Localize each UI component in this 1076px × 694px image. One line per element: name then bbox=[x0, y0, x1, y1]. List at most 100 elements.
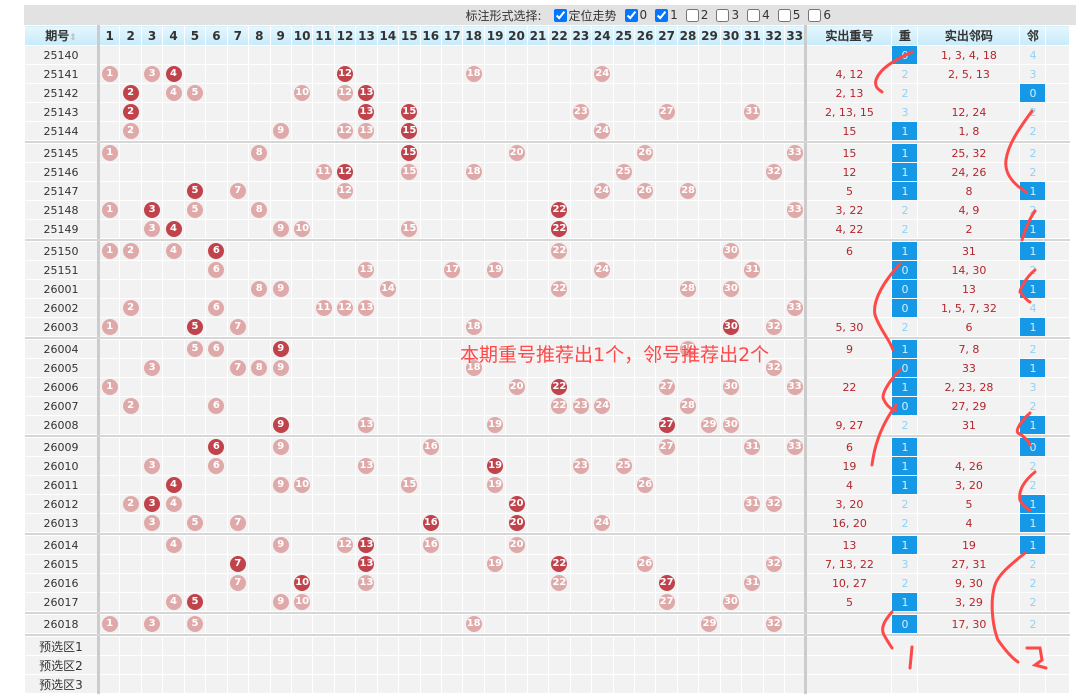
number-cell[interactable]: 13 bbox=[355, 456, 378, 476]
number-cell[interactable] bbox=[440, 162, 464, 182]
number-cell[interactable] bbox=[612, 121, 635, 141]
number-cell[interactable] bbox=[290, 339, 314, 359]
number-cell[interactable] bbox=[226, 279, 250, 299]
number-cell[interactable] bbox=[269, 260, 292, 280]
number-cell[interactable] bbox=[462, 377, 485, 397]
number-cell[interactable] bbox=[398, 494, 421, 514]
number-cell[interactable]: 3 bbox=[140, 64, 164, 84]
number-cell[interactable] bbox=[440, 415, 464, 435]
preselect-cell[interactable] bbox=[97, 636, 121, 656]
number-cell[interactable] bbox=[462, 219, 485, 239]
number-cell[interactable] bbox=[483, 45, 507, 65]
preselect-cell[interactable] bbox=[419, 655, 443, 675]
number-cell[interactable] bbox=[269, 573, 292, 593]
number-cell[interactable]: 8 bbox=[248, 143, 271, 163]
number-cell[interactable] bbox=[633, 415, 657, 435]
number-cell[interactable] bbox=[676, 494, 700, 514]
number-cell[interactable] bbox=[205, 64, 228, 84]
preselect-cell[interactable] bbox=[505, 655, 528, 675]
number-cell[interactable] bbox=[591, 83, 614, 103]
number-cell[interactable] bbox=[633, 200, 657, 220]
number-cell[interactable] bbox=[526, 317, 550, 337]
number-cell[interactable] bbox=[398, 279, 421, 299]
number-cell[interactable] bbox=[526, 241, 550, 261]
number-cell[interactable] bbox=[355, 437, 378, 457]
number-cell[interactable]: 26 bbox=[633, 143, 657, 163]
number-cell[interactable] bbox=[205, 377, 228, 397]
number-cell[interactable] bbox=[97, 535, 121, 555]
number-cell[interactable] bbox=[162, 437, 185, 457]
number-cell[interactable] bbox=[612, 494, 635, 514]
number-cell[interactable]: 4 bbox=[162, 535, 185, 555]
number-cell[interactable] bbox=[591, 162, 614, 182]
number-cell[interactable] bbox=[312, 64, 335, 84]
number-cell[interactable] bbox=[633, 64, 657, 84]
number-cell[interactable] bbox=[419, 162, 443, 182]
number-cell[interactable] bbox=[226, 456, 250, 476]
number-cell[interactable]: 13 bbox=[355, 415, 378, 435]
number-cell[interactable]: 4 bbox=[162, 592, 185, 612]
number-cell[interactable] bbox=[205, 121, 228, 141]
number-cell[interactable]: 5 bbox=[183, 513, 207, 533]
number-cell[interactable] bbox=[419, 377, 443, 397]
number-cell[interactable]: 27 bbox=[655, 573, 678, 593]
number-cell[interactable] bbox=[483, 83, 507, 103]
number-cell[interactable] bbox=[312, 494, 335, 514]
number-cell[interactable] bbox=[312, 143, 335, 163]
number-cell[interactable] bbox=[290, 45, 314, 65]
number-cell[interactable]: 12 bbox=[333, 535, 357, 555]
number-cell[interactable] bbox=[226, 415, 250, 435]
mark-option-checkbox[interactable] bbox=[685, 8, 699, 22]
number-cell[interactable] bbox=[548, 121, 571, 141]
number-cell[interactable] bbox=[355, 614, 378, 634]
number-cell[interactable] bbox=[548, 162, 571, 182]
number-cell[interactable] bbox=[569, 121, 593, 141]
number-cell[interactable] bbox=[462, 396, 485, 416]
number-cell[interactable] bbox=[312, 102, 335, 122]
preselect-cell[interactable] bbox=[312, 655, 335, 675]
number-cell[interactable] bbox=[741, 396, 764, 416]
number-cell[interactable] bbox=[333, 475, 357, 495]
mark-option-checkbox[interactable] bbox=[716, 8, 730, 22]
number-cell[interactable]: 3 bbox=[140, 614, 164, 634]
number-cell[interactable] bbox=[140, 475, 164, 495]
number-cell[interactable]: 10 bbox=[290, 475, 314, 495]
number-cell[interactable] bbox=[741, 614, 764, 634]
number-cell[interactable] bbox=[633, 614, 657, 634]
number-cell[interactable] bbox=[312, 475, 335, 495]
number-cell[interactable] bbox=[548, 535, 571, 555]
preselect-cell[interactable] bbox=[698, 636, 721, 656]
preselect-cell[interactable] bbox=[376, 636, 400, 656]
number-cell[interactable] bbox=[248, 64, 271, 84]
number-cell[interactable] bbox=[526, 592, 550, 612]
number-cell[interactable] bbox=[355, 339, 378, 359]
number-cell[interactable] bbox=[376, 121, 400, 141]
number-cell[interactable] bbox=[676, 260, 700, 280]
number-cell[interactable] bbox=[333, 592, 357, 612]
number-cell[interactable] bbox=[269, 241, 292, 261]
number-cell[interactable] bbox=[290, 143, 314, 163]
number-cell[interactable]: 23 bbox=[569, 456, 593, 476]
number-cell[interactable] bbox=[440, 102, 464, 122]
preselect-cell[interactable] bbox=[612, 655, 635, 675]
number-cell[interactable] bbox=[569, 377, 593, 397]
number-cell[interactable] bbox=[398, 298, 421, 318]
number-cell[interactable] bbox=[140, 181, 164, 201]
number-cell[interactable]: 28 bbox=[676, 279, 700, 299]
number-cell[interactable] bbox=[226, 377, 250, 397]
number-cell[interactable] bbox=[676, 121, 700, 141]
number-cell[interactable] bbox=[569, 181, 593, 201]
number-cell[interactable]: 12 bbox=[333, 121, 357, 141]
number-cell[interactable]: 18 bbox=[462, 162, 485, 182]
number-cell[interactable]: 31 bbox=[741, 102, 764, 122]
number-cell[interactable] bbox=[440, 437, 464, 457]
number-cell[interactable] bbox=[612, 279, 635, 299]
number-cell[interactable] bbox=[783, 358, 807, 378]
number-cell[interactable] bbox=[505, 121, 528, 141]
number-cell[interactable]: 1 bbox=[97, 143, 121, 163]
number-cell[interactable] bbox=[119, 437, 142, 457]
number-cell[interactable] bbox=[526, 377, 550, 397]
number-cell[interactable] bbox=[140, 377, 164, 397]
number-cell[interactable] bbox=[183, 554, 207, 574]
number-cell[interactable] bbox=[676, 102, 700, 122]
